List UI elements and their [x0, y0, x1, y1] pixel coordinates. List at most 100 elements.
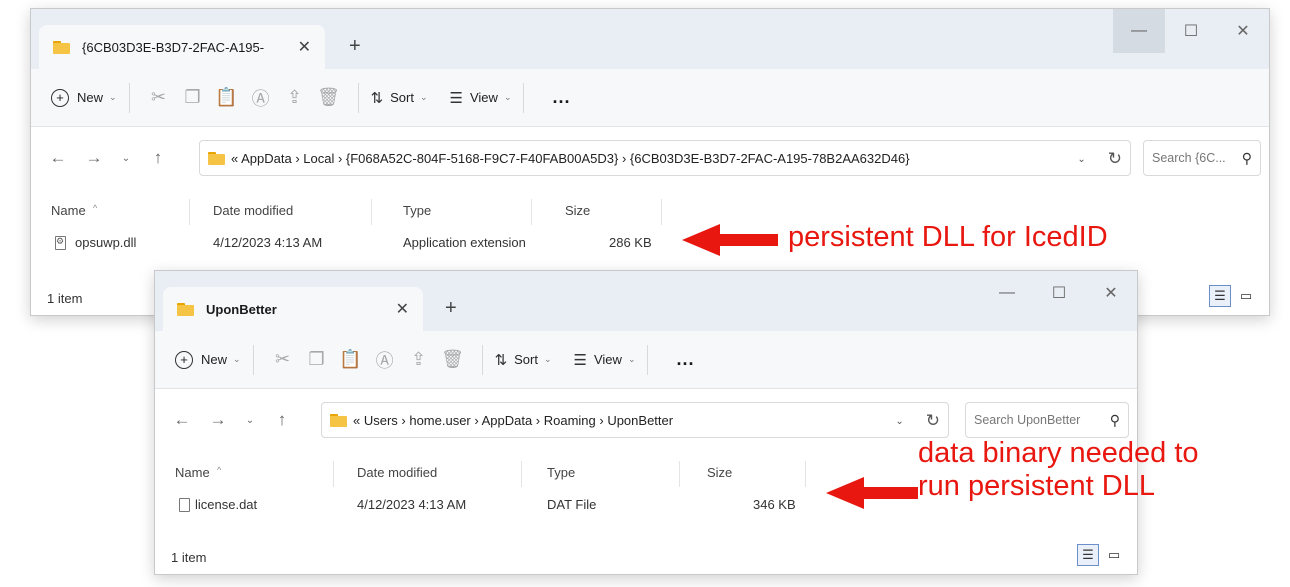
column-divider[interactable]: [189, 199, 190, 225]
close-window-icon[interactable]: ✕: [1217, 9, 1269, 53]
chevron-down-icon: ⌄: [543, 354, 552, 364]
view-button[interactable]: ☰ View ⌄: [574, 351, 636, 369]
search-input[interactable]: Search {6C... ⚲: [1143, 140, 1261, 176]
close-icon[interactable]: ✕: [396, 299, 409, 319]
sort-label: Sort: [514, 352, 538, 367]
rename-icon[interactable]: Ⓐ: [244, 85, 278, 111]
maximize-icon[interactable]: ☐: [1165, 9, 1217, 53]
minimize-icon[interactable]: —: [981, 271, 1033, 315]
sort-button[interactable]: ⇅ Sort ⌄: [495, 351, 552, 369]
address-actions: ⌄ ↻: [1077, 141, 1122, 177]
chevron-down-icon[interactable]: ⌄: [895, 416, 903, 427]
refresh-icon[interactable]: ↻: [1108, 149, 1122, 169]
view-icon: ☰: [449, 89, 463, 107]
forward-icon[interactable]: →: [81, 148, 107, 168]
column-divider[interactable]: [531, 199, 532, 225]
column-name[interactable]: Name: [51, 203, 86, 218]
refresh-icon[interactable]: ↻: [926, 411, 940, 431]
separator: [252, 344, 254, 375]
column-divider[interactable]: [371, 199, 372, 225]
column-type[interactable]: Type: [403, 203, 431, 218]
details-view-icon[interactable]: ☰: [1209, 285, 1231, 307]
column-divider[interactable]: [679, 461, 680, 487]
close-window-icon[interactable]: ✕: [1085, 271, 1137, 315]
address-bar[interactable]: « AppData › Local › {F068A52C-804F-5168-…: [199, 140, 1131, 176]
tiles-view-icon[interactable]: ▭: [1103, 544, 1125, 566]
sort-button[interactable]: ⇅ Sort ⌄: [371, 89, 428, 107]
title-bar: UponBetter ✕ + — ☐ ✕: [155, 271, 1137, 331]
view-icon: ☰: [573, 351, 587, 369]
view-label: View: [593, 352, 622, 367]
paste-icon[interactable]: 📋: [210, 87, 244, 108]
rename-icon[interactable]: Ⓐ: [368, 347, 402, 373]
plus-icon[interactable]: +: [349, 35, 361, 58]
window-controls: — ☐ ✕: [981, 271, 1137, 315]
column-size[interactable]: Size: [707, 465, 732, 480]
column-size[interactable]: Size: [565, 203, 590, 218]
back-icon[interactable]: ←: [45, 148, 71, 168]
column-type[interactable]: Type: [547, 465, 575, 480]
search-icon: ⚲: [1241, 149, 1252, 166]
maximize-icon[interactable]: ☐: [1033, 271, 1085, 315]
close-icon[interactable]: ✕: [298, 37, 311, 57]
plus-icon[interactable]: +: [445, 297, 457, 320]
address-bar[interactable]: « Users › home.user › AppData › Roaming …: [321, 402, 949, 438]
annotation-dll: persistent DLL for IcedID: [788, 221, 1108, 253]
delete-icon[interactable]: 🗑: [436, 349, 470, 370]
file-date: 4/12/2023 4:13 AM: [357, 497, 467, 512]
column-divider[interactable]: [333, 461, 334, 487]
delete-icon[interactable]: 🗑: [312, 87, 346, 108]
view-toggle: ☰ ▭: [1209, 285, 1257, 307]
back-icon[interactable]: ←: [169, 410, 195, 430]
recent-locations-icon[interactable]: ⌄: [113, 153, 139, 164]
new-button[interactable]: + New ⌄: [175, 350, 241, 369]
folder-icon: [208, 151, 225, 165]
share-icon[interactable]: ⇪: [402, 349, 436, 370]
column-divider[interactable]: [521, 461, 522, 487]
recent-locations-icon[interactable]: ⌄: [237, 415, 263, 426]
annotation-line-1: data binary needed to: [918, 437, 1199, 469]
breadcrumb[interactable]: « Users › home.user › AppData › Roaming …: [353, 413, 673, 428]
file-row[interactable]: license.dat 4/12/2023 4:13 AM DAT File 3…: [163, 489, 823, 521]
plus-icon: +: [51, 88, 69, 107]
column-date[interactable]: Date modified: [213, 203, 293, 218]
share-icon[interactable]: ⇪: [278, 87, 312, 108]
file-name: opsuwp.dll: [75, 235, 137, 250]
command-bar: + New ⌄ ✂ ❐ 📋 Ⓐ ⇪ 🗑 ⇅ Sort ⌄ ☰ View ⌄ ..…: [31, 69, 1269, 127]
cut-icon[interactable]: ✂: [266, 349, 300, 370]
separator: [481, 344, 483, 375]
column-divider[interactable]: [661, 199, 662, 225]
file-row[interactable]: opsuwp.dll 4/12/2023 4:13 AM Application…: [39, 227, 679, 259]
forward-icon[interactable]: →: [205, 410, 231, 430]
paste-icon[interactable]: 📋: [334, 349, 368, 370]
view-button[interactable]: ☰ View ⌄: [450, 89, 512, 107]
up-icon[interactable]: ↑: [269, 410, 295, 430]
copy-icon[interactable]: ❐: [176, 87, 210, 108]
breadcrumb[interactable]: « AppData › Local › {F068A52C-804F-5168-…: [231, 151, 910, 166]
minimize-icon[interactable]: —: [1113, 9, 1165, 53]
tab-uponbetter[interactable]: UponBetter ✕: [163, 287, 423, 331]
column-divider[interactable]: [805, 461, 806, 487]
plus-icon: +: [175, 350, 193, 369]
new-label: New: [201, 352, 228, 367]
tiles-view-icon[interactable]: ▭: [1235, 285, 1257, 307]
new-button[interactable]: + New ⌄: [51, 88, 117, 107]
cut-icon[interactable]: ✂: [142, 87, 176, 108]
address-row: ← → ⌄ ↑ « AppData › Local › {F068A52C-80…: [31, 127, 1269, 189]
up-icon[interactable]: ↑: [145, 148, 171, 168]
annotation-arrow-icon: [826, 477, 918, 509]
column-name[interactable]: Name: [175, 465, 210, 480]
copy-icon[interactable]: ❐: [300, 349, 334, 370]
file-icon: [179, 498, 190, 512]
separator: [128, 82, 130, 113]
tab-guid-folder[interactable]: {6CB03D3E-B3D7-2FAC-A195- ✕: [39, 25, 325, 69]
title-bar: {6CB03D3E-B3D7-2FAC-A195- ✕ + — ☐ ✕: [31, 9, 1269, 69]
view-toggle: ☰ ▭: [1077, 544, 1125, 566]
more-options-button[interactable]: ...: [552, 87, 570, 108]
chevron-down-icon[interactable]: ⌄: [1077, 154, 1085, 165]
search-input[interactable]: Search UponBetter ⚲: [965, 402, 1129, 438]
column-date[interactable]: Date modified: [357, 465, 437, 480]
more-options-button[interactable]: ...: [676, 349, 694, 370]
folder-icon: [53, 40, 70, 54]
details-view-icon[interactable]: ☰: [1077, 544, 1099, 566]
